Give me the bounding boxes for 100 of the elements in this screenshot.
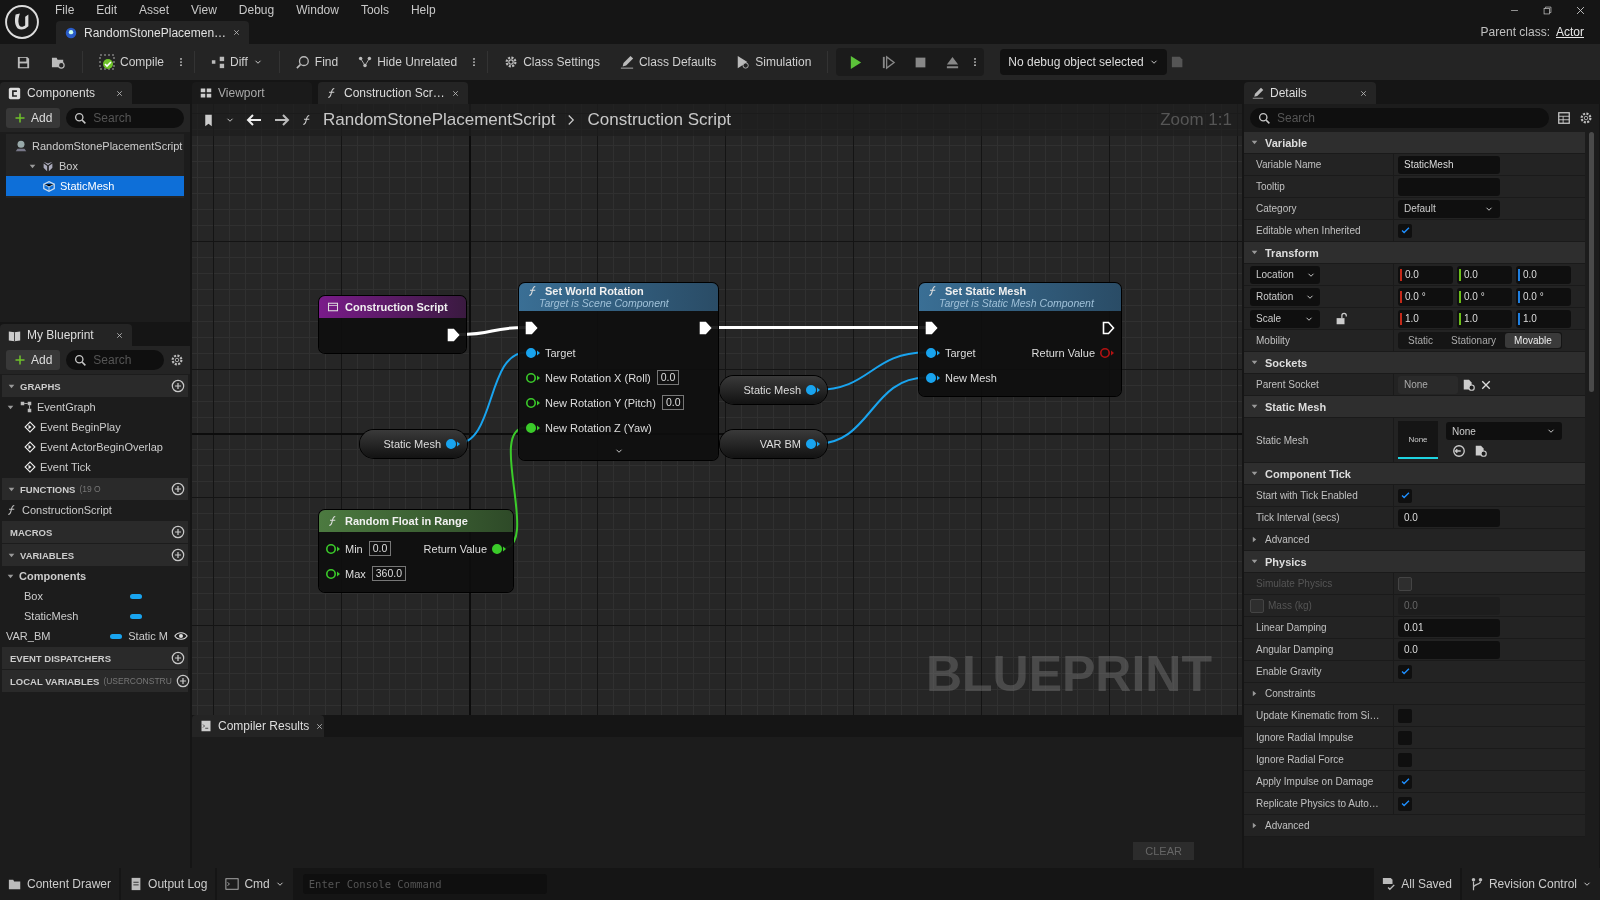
mobility-option[interactable]: Movable xyxy=(1505,333,1561,348)
property-label: Parent Socket xyxy=(1256,379,1319,390)
menu-item[interactable]: Asset xyxy=(128,3,181,17)
category-dropdown[interactable]: Default xyxy=(1398,199,1500,218)
section-header[interactable]: Static Mesh xyxy=(1244,396,1585,418)
panel-tab[interactable]: My Blueprint xyxy=(0,324,132,346)
section-header[interactable]: EVENT DISPATCHERS xyxy=(2,647,188,669)
toolbar-button[interactable]: Diff xyxy=(203,49,271,75)
pin-label: Target xyxy=(545,346,576,359)
mobility-option[interactable]: Static xyxy=(1399,333,1442,348)
variable-node[interactable]: Static Mesh xyxy=(720,376,827,404)
parent-class-link[interactable]: Actor xyxy=(1556,25,1584,39)
blueprint-item[interactable]: VAR_BM Static M xyxy=(0,626,190,646)
graph-tab[interactable]: Construction Scr… xyxy=(318,82,468,104)
pin-value-field[interactable]: 0.0 xyxy=(656,370,680,385)
section-header[interactable]: Sockets xyxy=(1244,352,1585,374)
menu-item[interactable]: Tools xyxy=(349,3,400,17)
pin-value-field[interactable]: 0.0 xyxy=(368,541,392,556)
blueprint-item[interactable]: ConstructionScript xyxy=(0,500,190,520)
pin-value-field[interactable]: 0.0 xyxy=(661,395,685,410)
property-label: Ignore Radial Impulse xyxy=(1256,732,1354,743)
number-field[interactable]: 1.0 xyxy=(1516,309,1571,328)
section-title: MACROS xyxy=(10,526,53,538)
section-header[interactable]: VARIABLES xyxy=(2,544,188,566)
number-field[interactable]: 1.0 xyxy=(1457,309,1512,328)
output-log-button[interactable]: Output Log xyxy=(121,868,216,900)
breadcrumb-item[interactable]: RandomStonePlacementScript xyxy=(323,110,556,130)
property-label: Variable Name xyxy=(1256,159,1322,170)
mobility-option[interactable]: Stationary xyxy=(1442,333,1506,348)
property-label: Static Mesh xyxy=(1256,434,1309,446)
node-title: Construction Script xyxy=(345,301,448,313)
socket-field[interactable]: None xyxy=(1398,375,1458,394)
pure-node[interactable]: Random Float in Range Min 0.0 Max 360.0 Return Value xyxy=(319,510,513,592)
component-item[interactable]: RandomStonePlacementScript xyxy=(6,136,184,156)
section-header[interactable]: LOCAL VARIABLES (USERCONSTRU xyxy=(2,670,188,692)
transform-dropdown[interactable]: Rotation xyxy=(1250,287,1320,306)
variable-node[interactable]: Static Mesh xyxy=(360,430,467,458)
number-field[interactable]: 1.0 xyxy=(1398,309,1453,328)
asset-dropdown[interactable]: None xyxy=(1446,422,1562,440)
graph-tab[interactable]: Viewport xyxy=(192,82,312,104)
toolbar-button[interactable]: Class Settings xyxy=(496,49,608,75)
debug-object-dropdown[interactable]: No debug object selected xyxy=(1000,49,1167,75)
text-field[interactable]: 0.0 xyxy=(1398,508,1500,527)
cmd-dropdown[interactable]: Cmd xyxy=(217,868,293,900)
function-node[interactable]: Set Static Mesh Target is Static Mesh Component Target New Mesh Return Value xyxy=(919,283,1121,396)
blueprint-item[interactable]: Event ActorBeginOverlap xyxy=(0,437,190,457)
blueprint-item[interactable]: Box xyxy=(0,586,190,606)
add-button[interactable]: Add xyxy=(6,108,61,128)
text-field[interactable]: 0.01 xyxy=(1398,618,1500,637)
panel-tab[interactable]: Compiler Results xyxy=(192,715,324,737)
section-header[interactable]: Variable xyxy=(1244,132,1585,154)
component-item[interactable]: Box xyxy=(6,156,184,176)
blueprint-item[interactable]: Components xyxy=(0,566,190,586)
menu-item[interactable]: File xyxy=(44,3,86,17)
blueprint-item[interactable]: Event Tick xyxy=(0,457,190,477)
number-field[interactable]: 0.0 ° xyxy=(1516,287,1571,306)
panel-tab[interactable]: Details xyxy=(1244,82,1376,104)
blueprint-item[interactable]: StaticMesh xyxy=(0,606,190,626)
pin-value-field[interactable]: 360.0 xyxy=(371,566,407,581)
section-header[interactable]: Physics xyxy=(1244,551,1585,573)
section-title: EVENT DISPATCHERS xyxy=(10,652,111,664)
add-button[interactable]: Add xyxy=(6,350,61,370)
section-note: (19 O xyxy=(79,484,101,494)
menu-item[interactable]: Window xyxy=(285,3,350,17)
function-node[interactable]: Set World Rotation Target is Scene Component Target New Rotation X (Roll) 0.0 New Rotation Y (Pitch) 0.0 New Rotation Z (Yaw) xyxy=(519,283,718,460)
toolbar-button[interactable]: Simulation xyxy=(728,49,820,75)
number-field[interactable]: 0.0 xyxy=(1457,265,1512,284)
number-field[interactable]: 0.0 ° xyxy=(1457,287,1512,306)
number-field[interactable]: 0.0 xyxy=(1398,265,1453,284)
menu-item[interactable]: Debug xyxy=(227,3,286,17)
blueprint-item[interactable]: Event BeginPlay xyxy=(0,417,190,437)
number-field[interactable]: 0.0 ° xyxy=(1398,287,1453,306)
event-node[interactable]: Construction Script xyxy=(319,296,466,353)
toolbar-button[interactable]: Find xyxy=(287,49,347,75)
transform-dropdown[interactable]: Location xyxy=(1250,265,1320,284)
document-tab[interactable]: RandomStonePlacemen… xyxy=(56,21,250,44)
text-field[interactable]: 0.0 xyxy=(1398,640,1500,659)
panel-tab[interactable]: Components xyxy=(0,82,132,104)
section-header[interactable]: Transform xyxy=(1244,242,1585,264)
number-field[interactable]: 0.0 xyxy=(1516,265,1571,284)
menu-item[interactable]: View xyxy=(180,3,228,17)
revision-control-button[interactable]: Revision Control xyxy=(1461,868,1600,900)
breadcrumb-item[interactable]: Construction Script xyxy=(587,110,732,130)
menu-item[interactable]: Help xyxy=(399,3,447,17)
section-title: VARIABLES xyxy=(20,549,75,561)
transform-dropdown[interactable]: Scale xyxy=(1250,309,1320,328)
section-header[interactable]: Component Tick xyxy=(1244,463,1585,485)
section-header[interactable]: GRAPHS xyxy=(2,375,188,397)
toolbar-button[interactable]: Compile xyxy=(91,49,172,75)
content-drawer-button[interactable]: Content Drawer xyxy=(0,868,120,900)
blueprint-item[interactable]: EventGraph xyxy=(0,397,190,417)
toolbar-button[interactable]: Class Defaults xyxy=(611,49,725,75)
section-header[interactable]: FUNCTIONS (19 O xyxy=(2,478,188,500)
section-header[interactable]: MACROS xyxy=(2,521,188,543)
toolbar-button[interactable]: Hide Unrelated xyxy=(350,49,466,75)
variable-node[interactable]: VAR BM xyxy=(720,430,827,458)
component-item[interactable]: StaticMesh xyxy=(6,176,184,196)
text-field[interactable]: StaticMesh xyxy=(1398,155,1500,174)
save-status-button[interactable]: All Saved xyxy=(1374,868,1460,900)
menu-item[interactable]: Edit xyxy=(85,3,129,17)
